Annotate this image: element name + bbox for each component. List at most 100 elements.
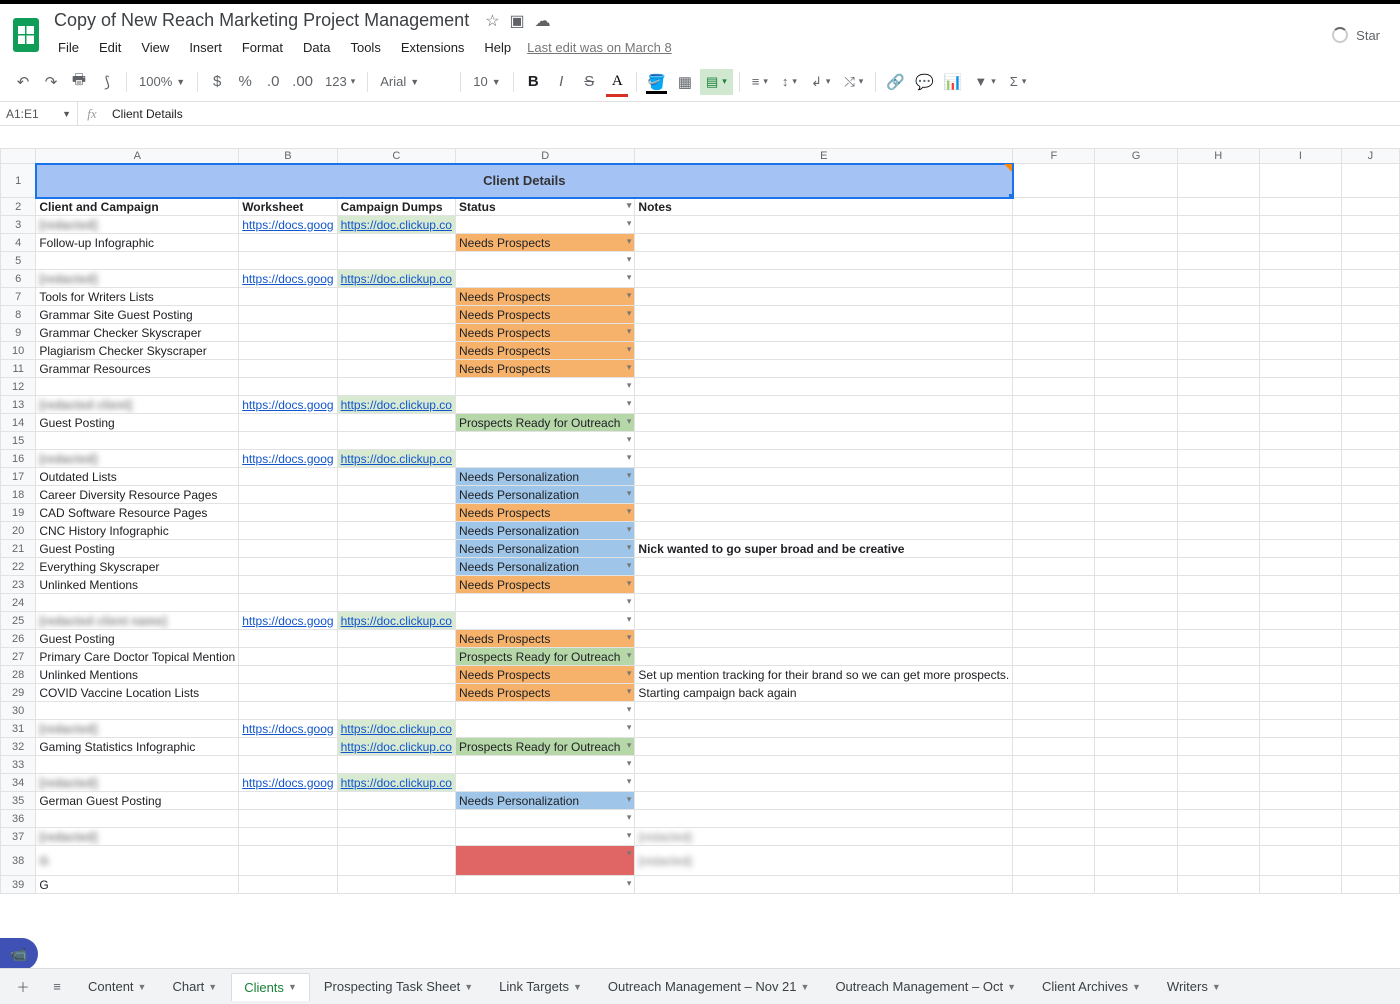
cell-C27[interactable] bbox=[337, 648, 455, 666]
cell-A15[interactable] bbox=[36, 432, 239, 450]
cell-empty[interactable] bbox=[1341, 288, 1399, 306]
cell-D19[interactable]: Needs Prospects bbox=[455, 504, 634, 522]
cell-empty[interactable] bbox=[1095, 468, 1177, 486]
cell-A4[interactable]: Follow-up Infographic bbox=[36, 234, 239, 252]
cell-A24[interactable] bbox=[36, 594, 239, 612]
cell-A16[interactable]: [redacted] bbox=[36, 450, 239, 468]
cell-empty[interactable] bbox=[1259, 324, 1341, 342]
cell-E17[interactable] bbox=[635, 468, 1013, 486]
cell-empty[interactable] bbox=[1341, 342, 1399, 360]
cell-empty[interactable] bbox=[1013, 486, 1095, 504]
cell-E36[interactable] bbox=[635, 810, 1013, 828]
cell-empty[interactable] bbox=[1095, 252, 1177, 270]
cell-B20[interactable] bbox=[239, 522, 337, 540]
cell-B30[interactable] bbox=[239, 702, 337, 720]
cell-empty[interactable] bbox=[1341, 270, 1399, 288]
cell-C28[interactable] bbox=[337, 666, 455, 684]
cell-empty[interactable] bbox=[1341, 756, 1399, 774]
cell-C23[interactable] bbox=[337, 576, 455, 594]
header-client-campaign[interactable]: Client and Campaign bbox=[36, 198, 239, 216]
cell-empty[interactable] bbox=[1341, 630, 1399, 648]
cell-empty[interactable] bbox=[1177, 432, 1259, 450]
cell-empty[interactable] bbox=[1259, 846, 1341, 876]
cell-empty[interactable] bbox=[1095, 360, 1177, 378]
cell-E38[interactable]: [redacted] bbox=[635, 846, 1013, 876]
format-currency-button[interactable]: $ bbox=[204, 69, 230, 95]
cell-empty[interactable] bbox=[1013, 594, 1095, 612]
row-header-4[interactable]: 4 bbox=[1, 234, 36, 252]
cell-D39[interactable] bbox=[455, 876, 634, 894]
cell-empty[interactable] bbox=[1177, 468, 1259, 486]
sheet-tab-prospecting-task-sheet[interactable]: Prospecting Task Sheet▼ bbox=[312, 973, 485, 1000]
cell-empty[interactable] bbox=[1095, 450, 1177, 468]
cell-empty[interactable] bbox=[1259, 522, 1341, 540]
cell-empty[interactable] bbox=[1341, 702, 1399, 720]
cell-B26[interactable] bbox=[239, 630, 337, 648]
document-title[interactable]: Copy of New Reach Marketing Project Mana… bbox=[50, 8, 473, 33]
cell-empty[interactable] bbox=[1013, 342, 1095, 360]
cell-empty[interactable] bbox=[1095, 666, 1177, 684]
header-status[interactable]: Status bbox=[455, 198, 634, 216]
cell-empty[interactable] bbox=[1095, 540, 1177, 558]
spreadsheet-grid[interactable]: A B C D E F G H I J 1 Client Details 2 C… bbox=[0, 148, 1400, 968]
row-header-38[interactable]: 38 bbox=[1, 846, 36, 876]
cell-D15[interactable] bbox=[455, 432, 634, 450]
cell-empty[interactable] bbox=[1177, 306, 1259, 324]
cell-empty[interactable] bbox=[1177, 234, 1259, 252]
cell-B4[interactable] bbox=[239, 234, 337, 252]
cell-E33[interactable] bbox=[635, 756, 1013, 774]
cell-empty[interactable] bbox=[1341, 252, 1399, 270]
cell-B14[interactable] bbox=[239, 414, 337, 432]
cell-D35[interactable]: Needs Personalization bbox=[455, 792, 634, 810]
cell-D14[interactable]: Prospects Ready for Outreach bbox=[455, 414, 634, 432]
cell-B32[interactable] bbox=[239, 738, 337, 756]
cell-D17[interactable]: Needs Personalization bbox=[455, 468, 634, 486]
row-header-23[interactable]: 23 bbox=[1, 576, 36, 594]
cell-A11[interactable]: Grammar Resources bbox=[36, 360, 239, 378]
row-header-18[interactable]: 18 bbox=[1, 486, 36, 504]
cell-C8[interactable] bbox=[337, 306, 455, 324]
row-header-31[interactable]: 31 bbox=[1, 720, 36, 738]
merge-cells-button[interactable]: ▤ ▾ bbox=[700, 69, 733, 95]
cell-A20[interactable]: CNC History Infographic bbox=[36, 522, 239, 540]
cell-merged-header[interactable]: Client Details bbox=[36, 164, 1013, 198]
cell-empty[interactable] bbox=[1259, 666, 1341, 684]
cell-D22[interactable]: Needs Personalization bbox=[455, 558, 634, 576]
cell-empty[interactable] bbox=[1259, 288, 1341, 306]
cell-C16[interactable]: https://doc.clickup.co bbox=[337, 450, 455, 468]
cell-empty[interactable] bbox=[1095, 270, 1177, 288]
cell-empty[interactable] bbox=[1177, 252, 1259, 270]
cell-empty[interactable] bbox=[1177, 738, 1259, 756]
cell-B3[interactable]: https://docs.goog bbox=[239, 216, 337, 234]
cell-B38[interactable] bbox=[239, 846, 337, 876]
cell-empty[interactable] bbox=[1177, 396, 1259, 414]
cell-E11[interactable] bbox=[635, 360, 1013, 378]
cell-empty[interactable] bbox=[1095, 648, 1177, 666]
cell-empty[interactable] bbox=[1259, 378, 1341, 396]
cell-D28[interactable]: Needs Prospects bbox=[455, 666, 634, 684]
col-header-F[interactable]: F bbox=[1013, 149, 1095, 164]
header-worksheet[interactable]: Worksheet bbox=[239, 198, 337, 216]
cell-empty[interactable] bbox=[1013, 792, 1095, 810]
cell-empty[interactable] bbox=[1013, 774, 1095, 792]
cell-C26[interactable] bbox=[337, 630, 455, 648]
cell-C6[interactable]: https://doc.clickup.co bbox=[337, 270, 455, 288]
cell-C36[interactable] bbox=[337, 810, 455, 828]
cell-empty[interactable] bbox=[1259, 558, 1341, 576]
cell-B35[interactable] bbox=[239, 792, 337, 810]
cell-D26[interactable]: Needs Prospects bbox=[455, 630, 634, 648]
cell-E32[interactable] bbox=[635, 738, 1013, 756]
cell-empty[interactable] bbox=[1259, 876, 1341, 894]
cell-C4[interactable] bbox=[337, 234, 455, 252]
cell-empty[interactable] bbox=[1341, 468, 1399, 486]
cell-E27[interactable] bbox=[635, 648, 1013, 666]
cell-E15[interactable] bbox=[635, 432, 1013, 450]
cell-C31[interactable]: https://doc.clickup.co bbox=[337, 720, 455, 738]
cell-C10[interactable] bbox=[337, 342, 455, 360]
row-header-39[interactable]: 39 bbox=[1, 876, 36, 894]
cell-empty[interactable] bbox=[1177, 774, 1259, 792]
cell-empty[interactable] bbox=[1095, 288, 1177, 306]
cell-C17[interactable] bbox=[337, 468, 455, 486]
cell-D12[interactable] bbox=[455, 378, 634, 396]
cell-empty[interactable] bbox=[1259, 432, 1341, 450]
